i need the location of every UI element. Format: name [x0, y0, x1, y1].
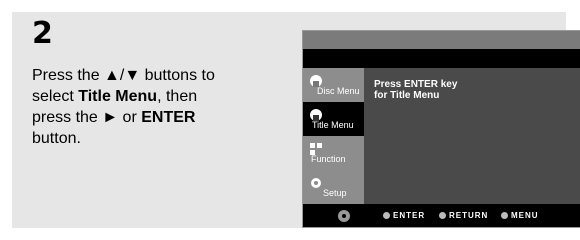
osd-screen: Disc Menu Title Menu Function Setup Pres…	[302, 30, 580, 228]
osd-bottom-bar: ENTER RETURN MENU	[303, 204, 580, 227]
instruction-line-3: press the ► or ENTER	[32, 107, 282, 128]
return-hint: RETURN	[439, 211, 488, 220]
step-number: 2	[32, 16, 53, 51]
enter-hint-label: ENTER	[393, 211, 426, 220]
sidebar-item-function[interactable]: Function	[303, 136, 364, 170]
instruction-line-3-prefix: press the ► or	[32, 109, 142, 126]
osd-message: Press ENTER key for Title Menu	[374, 79, 457, 101]
instruction-line-1: Press the ▲/▼ buttons to	[32, 67, 215, 84]
instruction-panel: 2 Press the ▲/▼ buttons to select Title …	[12, 12, 580, 228]
osd-sidebar: Disc Menu Title Menu Function Setup	[303, 68, 364, 204]
return-button-icon	[439, 212, 446, 219]
gear-icon	[308, 175, 324, 193]
return-hint-label: RETURN	[449, 211, 489, 220]
navigation-arrows-icon	[336, 209, 352, 225]
osd-header-bar	[303, 49, 580, 68]
menu-hint: MENU	[501, 211, 539, 220]
sidebar-item-label: Setup	[323, 188, 347, 198]
sidebar-item-title-menu[interactable]: Title Menu	[303, 102, 364, 136]
sidebar-item-label: Title Menu	[312, 120, 354, 130]
instruction-line-2-prefix: select	[32, 88, 79, 105]
instruction-line-2-suffix: , then	[157, 88, 198, 105]
enter-emphasis: ENTER	[141, 109, 196, 126]
sidebar-item-disc-menu[interactable]: Disc Menu	[303, 68, 364, 102]
instruction-line-2: select Title Menu, then	[32, 86, 282, 107]
sidebar-item-label: Function	[311, 154, 346, 164]
enter-hint: ENTER	[383, 211, 425, 220]
instruction-line-4: button.	[32, 130, 81, 147]
title-menu-emphasis: Title Menu	[78, 88, 158, 105]
menu-button-icon	[501, 212, 508, 219]
sidebar-item-label: Disc Menu	[317, 86, 360, 96]
instruction-text: Press the ▲/▼ buttons to select Title Me…	[32, 65, 282, 149]
sidebar-item-setup[interactable]: Setup	[303, 170, 364, 204]
enter-button-icon	[383, 212, 390, 219]
osd-message-line-2: for Title Menu	[374, 90, 440, 101]
osd-main-area: Press ENTER key for Title Menu	[364, 68, 580, 204]
menu-hint-label: MENU	[511, 211, 539, 220]
osd-message-line-1: Press ENTER key	[374, 79, 458, 90]
osd-top-bar	[303, 31, 580, 49]
